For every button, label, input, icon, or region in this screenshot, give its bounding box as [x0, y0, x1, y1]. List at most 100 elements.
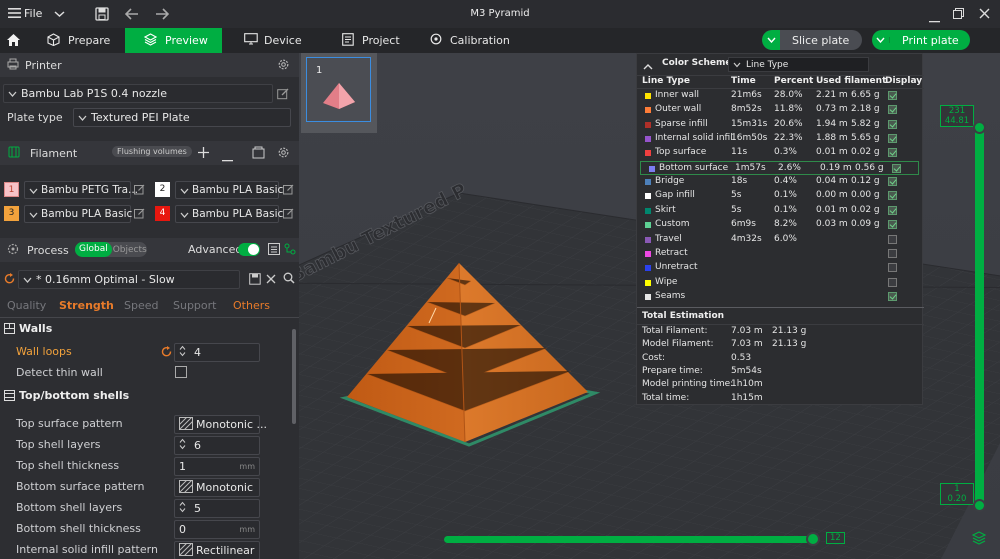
close-icon[interactable] — [979, 8, 990, 22]
display-checkbox[interactable] — [888, 119, 897, 129]
edit-icon[interactable] — [134, 184, 145, 198]
wall-loops-spinner[interactable]: 4 — [174, 343, 260, 362]
legend-row[interactable]: Outer wall 8m52s 11.8% 0.73 m 2.18 g — [637, 103, 924, 117]
display-checkbox[interactable] — [888, 263, 897, 273]
global-option[interactable]: Global — [75, 242, 112, 257]
redo-icon[interactable] — [155, 8, 170, 23]
global-objects-toggle[interactable]: Global Objects — [75, 242, 147, 257]
minimize-icon[interactable] — [929, 13, 940, 26]
legend-row[interactable]: Internal solid infill 16m50s 22.3% 1.88 m 5.… — [637, 132, 924, 146]
main-tab-project[interactable]: Project — [330, 28, 410, 53]
legend-row[interactable]: Unretract — [637, 261, 924, 275]
display-checkbox[interactable] — [888, 248, 897, 258]
filament-select[interactable]: Bambu PETG Tra... — [24, 181, 138, 199]
move-slider-track[interactable] — [444, 536, 814, 543]
process-tab-strength[interactable]: Strength — [59, 299, 114, 312]
spin-arrows-icon[interactable] — [179, 501, 186, 516]
display-checkbox[interactable] — [888, 220, 897, 230]
legend-row[interactable]: Bottom surface 1m57s 2.6% 0.19 m 0.56 g — [640, 160, 919, 175]
numeric-input[interactable]: 0 mm — [174, 520, 260, 539]
chevron-down-icon[interactable] — [762, 30, 780, 50]
filament-slot-2[interactable]: 2 Bambu PLA Basic — [155, 181, 299, 199]
filament-select[interactable]: Bambu PLA Basic — [24, 205, 132, 223]
filament-select[interactable]: Bambu PLA Basic — [175, 181, 283, 199]
display-checkbox[interactable] — [888, 148, 897, 158]
legend-row[interactable]: Skirt 5s 0.1% 0.01 m 0.02 g — [637, 204, 924, 218]
sidebar-scrollbar[interactable] — [292, 329, 296, 424]
move-slider-handle[interactable] — [806, 532, 820, 546]
filament-select[interactable]: Bambu PLA Basic — [175, 205, 283, 223]
main-tab-prepare[interactable]: Prepare — [36, 28, 122, 53]
pattern-select[interactable]: Monotonic ... — [174, 415, 267, 434]
legend-row[interactable]: Inner wall 21m6s 28.0% 2.21 m 6.65 g — [637, 89, 924, 103]
refresh-icon[interactable] — [4, 273, 15, 287]
minus-icon[interactable] — [222, 152, 233, 165]
chevron-down-icon[interactable] — [872, 37, 890, 43]
save-icon[interactable] — [95, 7, 109, 24]
display-checkbox[interactable] — [892, 163, 901, 173]
main-tab-calibration[interactable]: Calibration — [420, 28, 520, 53]
plate-thumbnail[interactable]: 1 — [301, 53, 377, 133]
slice-plate-button[interactable]: Slice plate — [762, 30, 862, 50]
process-tab-support[interactable]: Support — [173, 299, 216, 312]
edit-icon[interactable] — [277, 88, 289, 103]
filament-sync-icon[interactable] — [252, 146, 265, 162]
filament-slot-3[interactable]: 3 Bambu PLA Basic — [4, 205, 148, 223]
layer-top-handle[interactable] — [973, 121, 986, 134]
display-checkbox[interactable] — [888, 191, 897, 201]
edit-icon[interactable] — [283, 184, 294, 198]
advanced-toggle[interactable] — [238, 243, 260, 256]
numeric-input[interactable]: 1 mm — [174, 457, 260, 476]
filament-slot-1[interactable]: 1 Bambu PETG Tra... — [4, 181, 148, 199]
printer-select[interactable]: Bambu Lab P1S 0.4 nozzle — [3, 84, 273, 103]
display-checkbox[interactable] — [888, 134, 897, 144]
save-icon[interactable] — [249, 273, 261, 288]
3d-preview-viewport[interactable]: Bambu Textured P 1 231 44.81 1 0.20 12 C… — [299, 53, 1000, 559]
display-checkbox[interactable] — [888, 91, 897, 100]
legend-row[interactable]: Bridge 18s 0.4% 0.04 m 0.12 g — [637, 175, 924, 189]
spin-arrows-icon[interactable] — [179, 438, 186, 453]
display-checkbox[interactable] — [888, 291, 897, 301]
search-icon[interactable] — [283, 272, 295, 287]
home-icon[interactable] — [6, 33, 21, 50]
flushing-volumes-button[interactable]: Flushing volumes — [112, 146, 192, 157]
gear-icon[interactable] — [277, 146, 290, 162]
process-preset-select[interactable]: * 0.16mm Optimal - Slow — [18, 270, 240, 289]
collapse-icon[interactable] — [643, 60, 653, 73]
layer-bottom-handle[interactable] — [973, 499, 986, 512]
maximize-icon[interactable] — [953, 8, 964, 22]
main-tab-device[interactable]: Device — [232, 28, 312, 53]
file-menu[interactable]: File — [24, 7, 42, 20]
filament-slot-4[interactable]: 4 Bambu PLA Basic — [155, 205, 299, 223]
compare-icon[interactable] — [284, 243, 296, 258]
plus-icon[interactable] — [198, 147, 209, 161]
edit-icon[interactable] — [134, 208, 145, 222]
hamburger-menu-icon[interactable] — [8, 7, 22, 19]
reset-icon[interactable] — [161, 346, 172, 360]
layer-slider-track[interactable] — [975, 123, 984, 508]
process-tab-quality[interactable]: Quality — [7, 299, 46, 312]
legend-row[interactable]: Seams — [637, 290, 924, 304]
undo-icon[interactable] — [124, 8, 139, 23]
color-scheme-select[interactable]: Line Type — [728, 57, 869, 72]
edit-icon[interactable] — [283, 208, 294, 222]
objects-option[interactable]: Objects — [113, 245, 147, 255]
detect-thin-wall-checkbox[interactable] — [175, 366, 187, 378]
layers-stack-icon[interactable] — [971, 531, 987, 548]
pattern-select[interactable]: Rectilinear — [174, 541, 260, 559]
legend-row[interactable]: Travel 4m32s 6.0% — [637, 233, 924, 247]
main-tab-preview[interactable]: Preview — [125, 28, 222, 53]
close-icon[interactable] — [266, 274, 276, 287]
display-checkbox[interactable] — [888, 105, 897, 115]
plate-type-select[interactable]: Textured PEI Plate — [73, 108, 291, 127]
display-checkbox[interactable] — [888, 205, 897, 215]
legend-row[interactable]: Gap infill 5s 0.1% 0.00 m 0.00 g — [637, 189, 924, 203]
display-checkbox[interactable] — [888, 234, 897, 244]
numeric-input[interactable]: 5 — [174, 499, 260, 518]
legend-row[interactable]: Custom 6m9s 8.2% 0.03 m 0.09 g — [637, 218, 924, 232]
legend-row[interactable]: Top surface 11s 0.3% 0.01 m 0.02 g — [637, 146, 924, 160]
pattern-select[interactable]: Monotonic — [174, 478, 260, 497]
numeric-input[interactable]: 6 — [174, 436, 260, 455]
chevron-down-icon[interactable] — [54, 8, 65, 21]
gear-icon[interactable] — [277, 58, 290, 74]
